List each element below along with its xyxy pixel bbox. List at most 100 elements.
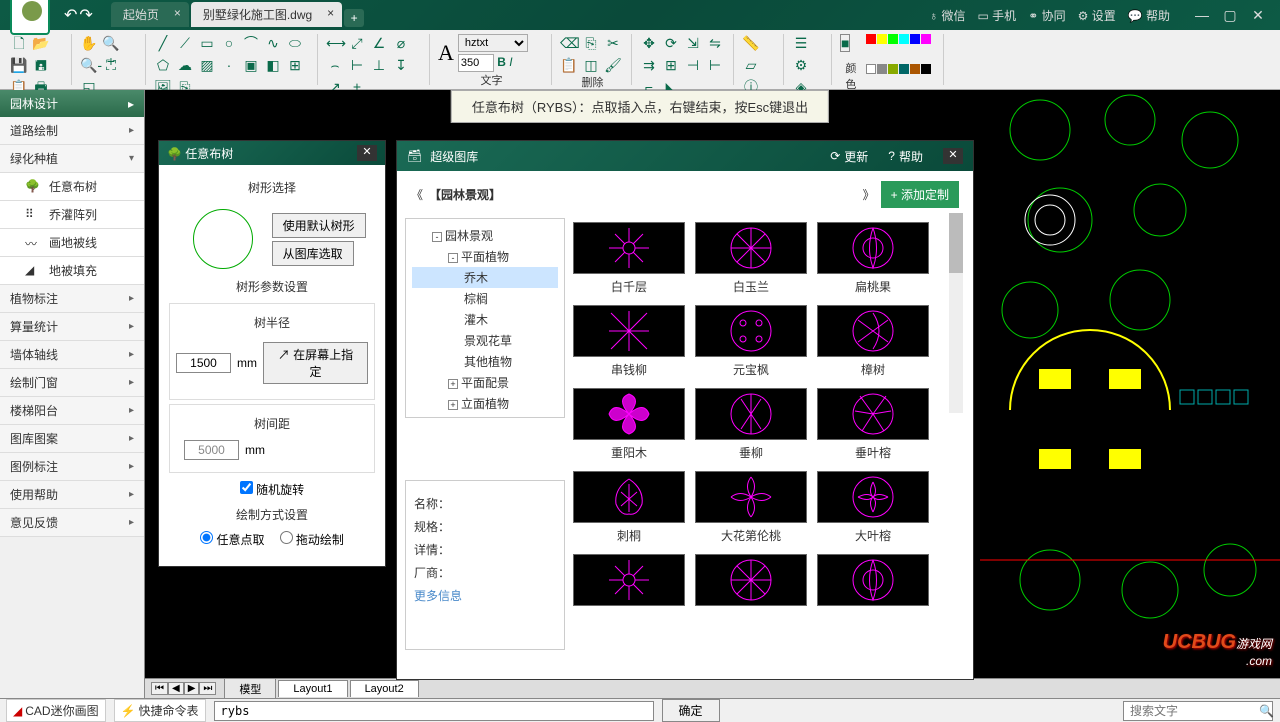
copy2-icon[interactable]: ⎘ [582, 34, 600, 52]
tree-node-elev-scene[interactable]: +立面配景 [412, 414, 558, 418]
search-icon[interactable]: 🔍 [1259, 704, 1274, 718]
swatch-gray[interactable] [877, 64, 887, 74]
ellipse-icon[interactable]: ⬭ [286, 34, 304, 52]
first-icon[interactable]: ⏮ [151, 682, 168, 695]
polygon-icon[interactable]: ⬠ [154, 56, 172, 74]
extend-icon[interactable]: ⊢ [706, 56, 724, 74]
region-icon[interactable]: ◧ [264, 56, 282, 74]
command-input[interactable] [214, 701, 654, 721]
thumbnail-item[interactable]: 大花第伦桃 [695, 471, 807, 550]
sidebar-item-tree-array[interactable]: ⠿乔灌阵列 [0, 201, 144, 229]
open-icon[interactable]: 📂 [32, 34, 50, 52]
thumbnail-item[interactable]: 白玉兰 [695, 222, 807, 301]
sidebar-item-stair[interactable]: 楼梯阳台▸ [0, 397, 144, 425]
minimize-button[interactable]: — [1192, 7, 1212, 24]
offset-icon[interactable]: ⇉ [640, 56, 658, 74]
block-icon[interactable]: ▣ [242, 56, 260, 74]
tree-node-elev-plant[interactable]: +立面植物 [412, 393, 558, 414]
sidebar-item-calc[interactable]: 算量统计▸ [0, 313, 144, 341]
search-input[interactable] [1123, 701, 1273, 721]
close-icon[interactable]: ✕ [357, 145, 377, 161]
area-icon[interactable]: ▱ [742, 56, 760, 74]
dim-arc-icon[interactable]: ⌢ [326, 56, 344, 74]
swatch-teal[interactable] [899, 64, 909, 74]
zoom-in-icon[interactable]: 🔍+ [102, 34, 120, 52]
sidebar-item-legend[interactable]: 图例标注▸ [0, 453, 144, 481]
thumbnail-item[interactable]: 串钱柳 [573, 305, 685, 384]
next-icon[interactable]: ▶ [184, 682, 200, 695]
table-icon[interactable]: ⊞ [286, 56, 304, 74]
dialog-titlebar[interactable]: 🗃 超级图库 ⟳ 更新 ? 帮助 ✕ [397, 141, 973, 171]
tree-node-flat-scene[interactable]: +平面配景 [412, 372, 558, 393]
thumbnail-item[interactable]: 白千层 [573, 222, 685, 301]
sidebar-item-help[interactable]: 使用帮助▸ [0, 481, 144, 509]
shortcut-button[interactable]: ⚡ 快捷命令表 [114, 699, 206, 722]
breadcrumb[interactable]: 【园林景观】 [435, 188, 501, 202]
sidebar-item-wall[interactable]: 墙体轴线▸ [0, 341, 144, 369]
mode-drag-radio[interactable]: 拖动绘制 [280, 531, 344, 548]
match-icon[interactable]: 🖌 [604, 56, 622, 74]
sidebar-header[interactable]: 园林设计▸ [0, 90, 144, 117]
clip-icon[interactable]: ◫ [582, 56, 600, 74]
swatch-blue[interactable] [910, 34, 920, 44]
thumbnail-item[interactable]: 重阳木 [573, 388, 685, 467]
thumbnail-item[interactable]: 大叶榕 [817, 471, 929, 550]
font-size-input[interactable] [458, 54, 494, 72]
spline-icon[interactable]: ∿ [264, 34, 282, 52]
dim-cont-icon[interactable]: ⊢ [348, 56, 366, 74]
last-icon[interactable]: ⏭ [199, 682, 216, 695]
tree-node-flat-plant[interactable]: -平面植物 [412, 246, 558, 267]
swatch-white[interactable] [866, 64, 876, 74]
dim-base-icon[interactable]: ⊥ [370, 56, 388, 74]
spacing-input[interactable] [184, 440, 239, 460]
mode-pick-radio[interactable]: 任意点取 [200, 531, 264, 548]
thumbnail-item[interactable]: 垂柳 [695, 388, 807, 467]
sidebar-item-window[interactable]: 绘制门窗▸ [0, 369, 144, 397]
app-name-button[interactable]: ◢ CAD迷你画图 [6, 699, 106, 722]
sidebar-item-plant-anno[interactable]: 植物标注▸ [0, 285, 144, 313]
layer-icon[interactable]: ☰ [792, 34, 810, 52]
close-icon[interactable]: ✕ [943, 148, 963, 164]
thumbnail-item[interactable]: 元宝枫 [695, 305, 807, 384]
tree-node-other[interactable]: 其他植物 [412, 351, 558, 372]
tab-layout1[interactable]: Layout1 [278, 680, 347, 697]
color-picker-icon[interactable]: ■ [840, 34, 850, 52]
sidebar-item-road[interactable]: 道路绘制▸ [0, 117, 144, 145]
point-icon[interactable]: · [220, 56, 238, 74]
layer-prop-icon[interactable]: ⚙ [792, 56, 810, 74]
tree-node-flower[interactable]: 景观花草 [412, 330, 558, 351]
thumbnail-item[interactable] [695, 554, 807, 606]
help-button[interactable]: ? 帮助 [888, 148, 923, 165]
saveas-icon[interactable]: 🖪 [32, 56, 50, 74]
save-icon[interactable]: 💾 [10, 56, 28, 74]
tab-model[interactable]: 模型 [224, 678, 276, 699]
polyline-icon[interactable]: ⟋ [176, 34, 194, 52]
sidebar-item-feedback[interactable]: 意见反馈▸ [0, 509, 144, 537]
thumbnail-item[interactable] [573, 554, 685, 606]
italic-icon[interactable]: I [509, 53, 512, 69]
scale-icon[interactable]: ⇲ [684, 34, 702, 52]
from-library-button[interactable]: 从图库选取 [272, 241, 354, 266]
tree-node-root[interactable]: -园林景观 [412, 225, 558, 246]
confirm-button[interactable]: 确定 [662, 699, 720, 722]
swatch-black[interactable] [921, 64, 931, 74]
sidebar-item-cover-line[interactable]: 〰画地被线 [0, 229, 144, 257]
zoom-window-icon[interactable]: ⛶ [102, 56, 120, 74]
pick-on-screen-button[interactable]: ↗ 在屏幕上指定 [263, 342, 368, 384]
swatch-cyan[interactable] [899, 34, 909, 44]
hatch-icon[interactable]: ▨ [198, 56, 216, 74]
mobile-link[interactable]: ▭ 手机 [978, 7, 1017, 24]
nav-back-icon[interactable]: ↶ [64, 5, 77, 25]
dim-radius-icon[interactable]: ⌀ [392, 34, 410, 52]
swatch-brown[interactable] [910, 64, 920, 74]
close-icon[interactable]: × [174, 6, 181, 20]
thumbnail-item[interactable]: 樟树 [817, 305, 929, 384]
line-icon[interactable]: ╱ [154, 34, 172, 52]
sidebar-item-cover-fill[interactable]: ◢地被填充 [0, 257, 144, 285]
tab-file[interactable]: 别墅绿化施工图.dwg × [191, 2, 342, 27]
mirror-icon[interactable]: ⇋ [706, 34, 724, 52]
thumbnail-item[interactable] [817, 554, 929, 606]
wechat-link[interactable]: ♁ 微信 [929, 7, 965, 24]
dim-align-icon[interactable]: ⤢ [348, 34, 366, 52]
more-info-link[interactable]: 更多信息 [414, 587, 556, 604]
